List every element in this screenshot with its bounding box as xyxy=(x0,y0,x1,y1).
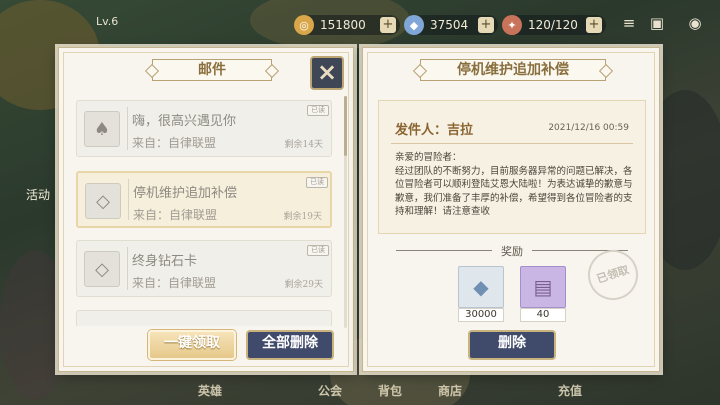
mail-greeting: 亲爱的冒险者： xyxy=(395,152,462,163)
reward-item[interactable]: ▤ 40 xyxy=(520,266,566,322)
mail-sender: 来自：自律联盟 xyxy=(132,276,217,290)
mail-body: 亲爱的冒险者： 经过团队的不断努力，目前服务器异常的问题已解决，各位冒险者可以顺… xyxy=(395,151,635,219)
mail-title: 嗨，很高兴遇见你 xyxy=(132,114,237,129)
gem-value: 37504 xyxy=(430,18,469,32)
mail-remaining: 剩余29天 xyxy=(284,280,323,290)
stamina-value: 120/120 xyxy=(528,18,578,32)
mail-item-partial[interactable] xyxy=(76,310,332,326)
mail-sender: 来自：自律联盟 xyxy=(132,136,217,150)
mail-body-text: 经过团队的不断努力，目前服务器异常的问题已解决，各位冒险者可以顺利登陆艾恩大陆啦… xyxy=(395,165,633,218)
add-stamina-button[interactable]: + xyxy=(586,17,602,33)
card-icon[interactable]: ▣ xyxy=(646,14,668,34)
nav-guild[interactable]: 公会 xyxy=(300,376,360,404)
read-badge: 已读 xyxy=(307,105,329,116)
eye-icon[interactable]: ◉ xyxy=(684,14,706,34)
nav-item-2[interactable] xyxy=(240,376,300,404)
menu-icon[interactable]: ≡ xyxy=(618,14,640,34)
mail-panel-title: 邮件 xyxy=(152,59,272,81)
mail-list: ♠ 嗨，很高兴遇见你 来自：自律联盟 剩余14天 已读 ◇ 停机维护追加补偿 来… xyxy=(76,96,336,326)
event-label: 活动 xyxy=(26,188,51,202)
player-level: Lv.6 xyxy=(96,15,119,28)
gold-value: 151800 xyxy=(320,18,366,32)
reward-quantity: 40 xyxy=(520,308,566,322)
mail-detail-title: 停机维护追加补偿 xyxy=(420,59,606,81)
nav-heroes[interactable]: 英雄 xyxy=(180,376,240,404)
reward-item[interactable]: ◆ 30000 xyxy=(458,266,504,322)
gem-counter: ◆ 37504 + xyxy=(404,15,498,35)
mail-item[interactable]: ◇ 终身钻石卡 来自：自律联盟 剩余29天 已读 xyxy=(76,240,332,297)
nav-recharge[interactable]: 充值 xyxy=(540,376,600,404)
diamond-icon: ◆ xyxy=(458,266,504,308)
close-button[interactable]: × xyxy=(310,56,344,90)
read-badge: 已读 xyxy=(307,245,329,256)
mail-letter: 发件人：吉拉 2021/12/16 00:59 亲爱的冒险者： 经过团队的不断努… xyxy=(378,100,646,234)
stamina-icon: ✦ xyxy=(502,15,522,35)
mail-list-scrollbar[interactable] xyxy=(344,96,347,328)
delete-button[interactable]: 删除 xyxy=(468,330,556,360)
rewards-label: 奖励 xyxy=(501,245,523,258)
mail-date: 2021/12/16 00:59 xyxy=(548,123,629,133)
event-entry[interactable]: 活动 xyxy=(26,186,50,203)
diamond-icon: ◆ xyxy=(404,15,424,35)
bottom-nav: 英雄 公会 背包 商店 充值 xyxy=(180,376,600,404)
nav-item-6[interactable] xyxy=(480,376,540,404)
claim-all-button[interactable]: 一键领取 xyxy=(148,330,236,360)
add-gold-button[interactable]: + xyxy=(380,17,396,33)
mail-title: 终身钻石卡 xyxy=(132,254,198,269)
read-badge: 已读 xyxy=(306,177,328,188)
gem-icon: ◇ xyxy=(85,183,121,219)
rewards-header: 奖励 xyxy=(396,243,628,258)
mail-item[interactable]: ♠ 嗨，很高兴遇见你 来自：自律联盟 剩余14天 已读 xyxy=(76,100,332,157)
gem-icon: ◇ xyxy=(84,251,120,287)
mail-remaining: 剩余14天 xyxy=(284,140,323,150)
nav-shop[interactable]: 商店 xyxy=(420,376,480,404)
add-gem-button[interactable]: + xyxy=(478,17,494,33)
stamina-counter: ✦ 120/120 + xyxy=(502,15,606,35)
avatar-icon: ♠ xyxy=(84,111,120,147)
mail-sender-name: 发件人：吉拉 xyxy=(395,123,474,138)
delete-all-button[interactable]: 全部删除 xyxy=(246,330,334,360)
mail-item-selected[interactable]: ◇ 停机维护追加补偿 来自：自律联盟 剩余19天 已读 xyxy=(76,171,332,228)
mail-sender: 来自：自律联盟 xyxy=(133,208,218,222)
mail-title: 停机维护追加补偿 xyxy=(133,186,238,201)
gold-counter: ◎ 151800 + xyxy=(294,15,400,35)
card-icon: ▤ xyxy=(520,266,566,308)
reward-quantity: 30000 xyxy=(458,308,504,322)
nav-bag[interactable]: 背包 xyxy=(360,376,420,404)
mail-remaining: 剩余19天 xyxy=(283,212,322,222)
coin-icon: ◎ xyxy=(294,15,314,35)
